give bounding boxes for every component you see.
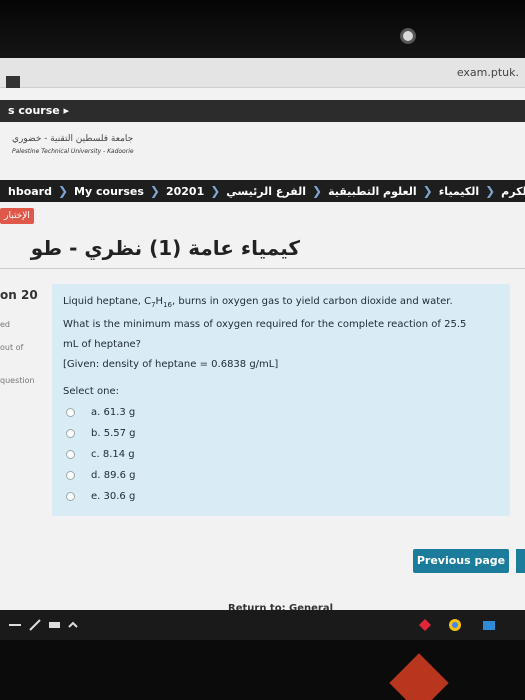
logo-english-text: Palestine Technical University - Kadoori… — [12, 148, 134, 155]
chevron-right-icon: ❯ — [210, 184, 221, 198]
next-page-button[interactable] — [516, 549, 525, 573]
answer-option-a[interactable]: a. 61.3 g — [66, 402, 136, 423]
url-text[interactable]: exam.ptuk. — [457, 66, 519, 79]
question-text-part: H — [155, 296, 164, 307]
chevron-right-icon: ❯ — [57, 184, 69, 198]
select-one-label: Select one: — [63, 386, 120, 397]
divider — [0, 268, 525, 269]
chevron-right-icon: ❯ — [312, 184, 323, 198]
question-text-line: [Given: density of heptane = 0.6838 g/mL… — [63, 359, 279, 370]
question-state: ed — [0, 320, 10, 329]
brand-logo-icon — [389, 653, 449, 700]
notification-icon[interactable] — [418, 618, 432, 632]
subscript-16: 16 — [163, 301, 172, 309]
logo-arabic-text: جامعة فلسطين التقنية - خضوري — [12, 134, 134, 144]
quiz-tag[interactable]: الإختبار — [0, 208, 34, 224]
question-text: Liquid heptane, C7H16, burns in oxygen g… — [63, 292, 503, 375]
answer-option-b[interactable]: b. 5.57 g — [66, 423, 136, 444]
radio-button[interactable] — [66, 492, 75, 501]
screen-bezel — [0, 0, 525, 58]
answer-label: a. 61.3 g — [91, 407, 136, 418]
answer-label: c. 8.14 g — [91, 449, 135, 460]
answer-label: d. 89.6 g — [91, 470, 136, 481]
chevron-right-icon: ❯ — [485, 184, 496, 198]
question-text-line: What is the minimum mass of oxygen requi… — [63, 319, 467, 330]
previous-page-button[interactable]: Previous page — [413, 549, 509, 573]
radio-button[interactable] — [66, 408, 75, 417]
flag-question-link[interactable]: question — [0, 376, 46, 385]
question-box: Liquid heptane, C7H16, burns in oxygen g… — [52, 284, 510, 516]
question-info: on 20 ed out of question — [0, 288, 46, 385]
question-mark: out of — [0, 343, 24, 352]
course-menu-link[interactable]: s course ▸ — [8, 104, 69, 117]
radio-button[interactable] — [66, 429, 75, 438]
page-title: كيمياء عامة (1) نظري - طو — [30, 236, 300, 260]
pen-icon[interactable] — [28, 618, 42, 632]
laptop-bottom — [0, 640, 525, 700]
breadcrumb-department[interactable]: الكيمياء — [433, 185, 485, 198]
radio-button[interactable] — [66, 450, 75, 459]
mail-icon[interactable] — [482, 618, 496, 632]
answer-option-d[interactable]: d. 89.6 g — [66, 465, 136, 486]
chevron-up-icon[interactable] — [66, 618, 80, 632]
question-number: on 20 — [0, 288, 38, 302]
quiz-page: s course ▸ جامعة فلسطين التقنية - خضوري … — [0, 88, 525, 614]
breadcrumb-term[interactable]: 20201 — [160, 185, 210, 198]
breadcrumb-branch[interactable]: الفرع الرئيسي — [220, 185, 312, 198]
chrome-icon[interactable] — [448, 618, 462, 632]
site-topbar: s course ▸ — [0, 100, 525, 122]
answer-label: b. 5.57 g — [91, 428, 136, 439]
question-text-line: mL of heptane? — [63, 339, 141, 350]
breadcrumb-faculty[interactable]: العلوم التطبيقية — [322, 185, 423, 198]
question-text-part: Liquid heptane, C — [63, 296, 152, 307]
radio-button[interactable] — [66, 471, 75, 480]
breadcrumb-course[interactable]: كيمياء عامة (1) نظري - طولكرم — [495, 185, 525, 198]
breadcrumb-my-courses[interactable]: My courses — [68, 185, 150, 198]
webcam-icon — [400, 28, 416, 44]
answer-label: e. 30.6 g — [91, 491, 136, 502]
system-icon[interactable] — [8, 618, 22, 632]
answer-option-c[interactable]: c. 8.14 g — [66, 444, 136, 465]
question-text-part: , burns in oxygen gas to yield carbon di… — [171, 296, 453, 307]
answer-options: a. 61.3 g b. 5.57 g c. 8.14 g d. 89.6 g … — [66, 402, 136, 507]
university-logo[interactable]: جامعة فلسطين التقنية - خضوري Palestine T… — [12, 134, 152, 166]
browser-tab-icon[interactable] — [6, 76, 20, 88]
chevron-right-icon: ❯ — [149, 184, 160, 198]
chevron-right-icon: ❯ — [422, 184, 433, 198]
answer-option-e[interactable]: e. 30.6 g — [66, 486, 136, 507]
battery-icon[interactable] — [48, 618, 62, 632]
breadcrumb: hboard ❯ My courses ❯ 20201 ❯ الفرع الرئ… — [0, 180, 525, 202]
browser-bar: exam.ptuk. — [0, 58, 525, 88]
taskbar — [0, 610, 525, 640]
breadcrumb-dashboard[interactable]: hboard — [2, 185, 58, 198]
